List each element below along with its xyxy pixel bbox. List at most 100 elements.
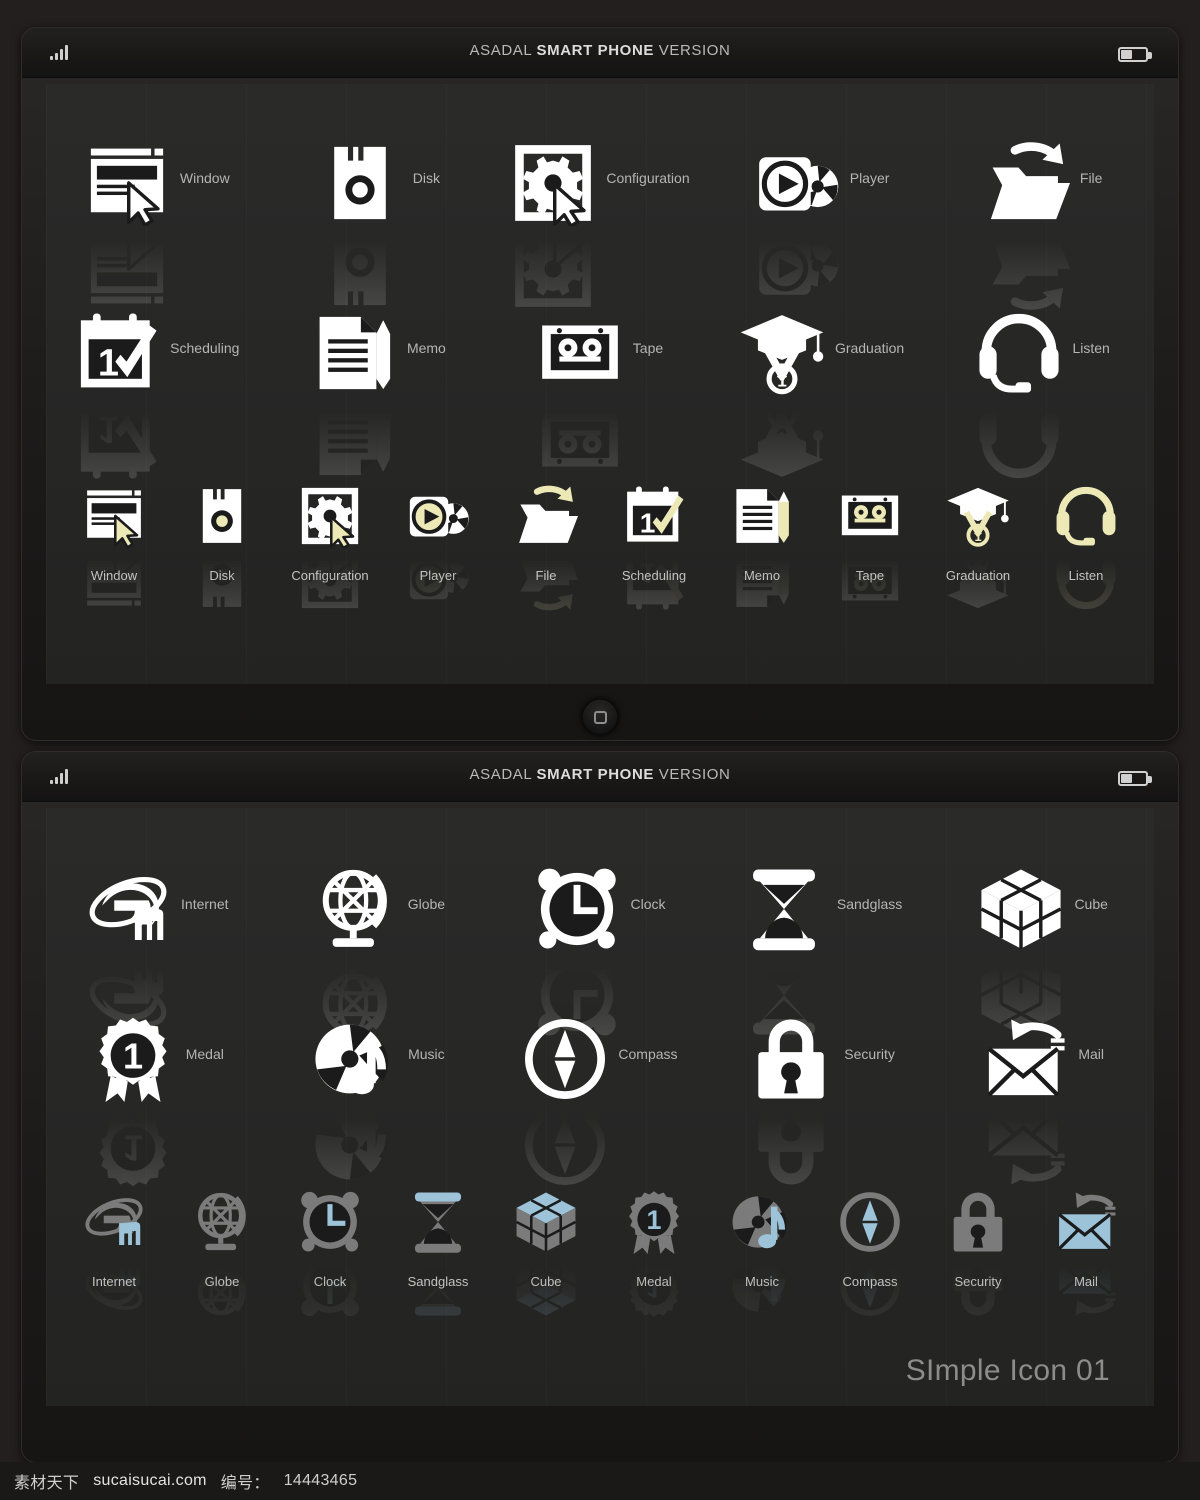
cube-icon[interactable] xyxy=(978,866,1064,1035)
icon-item-graduation[interactable]: 1 1 Graduation xyxy=(924,484,1032,609)
lock-icon[interactable] xyxy=(748,1016,834,1185)
medal-icon[interactable]: 1 1 xyxy=(90,1016,176,1187)
icon-item-memo[interactable]: Memo xyxy=(708,484,816,607)
icon-item-player[interactable]: Player xyxy=(384,484,492,600)
icon-item-internet[interactable]: Internet xyxy=(46,866,268,1028)
icon-item-listen[interactable]: Listen xyxy=(1032,484,1140,610)
phone-panel-2: ASADAL SMART PHONE VERSION Internet Glob… xyxy=(22,752,1178,1462)
file-folder-icon[interactable] xyxy=(514,484,578,611)
icon-item-window[interactable]: Window xyxy=(60,484,168,606)
cube-icon[interactable] xyxy=(514,1190,578,1316)
graduation-icon[interactable]: 1 1 xyxy=(739,310,825,477)
icon-label: Mail xyxy=(1078,1046,1104,1062)
music-disc-icon[interactable] xyxy=(312,1016,398,1180)
scheduling-calendar-icon[interactable]: 1 1 xyxy=(74,310,160,479)
icon-item-clock[interactable]: Clock xyxy=(489,866,711,1036)
window-icon[interactable] xyxy=(82,484,146,606)
icon-item-mail[interactable]: Mail xyxy=(932,1016,1154,1185)
icon-item-file[interactable]: File xyxy=(932,140,1154,310)
icon-item-compass[interactable]: Compass xyxy=(489,1016,711,1185)
icon-item-scheduling[interactable]: 1 1 Scheduling xyxy=(600,484,708,610)
battery-icon xyxy=(1118,771,1152,786)
icon-item-cube[interactable]: Cube xyxy=(492,1190,600,1316)
disk-icon[interactable] xyxy=(317,140,403,306)
icon-item-tape[interactable]: Tape xyxy=(816,484,924,601)
icon-item-medal[interactable]: 1 1 Medal xyxy=(600,1190,708,1317)
globe-icon[interactable] xyxy=(312,866,398,1035)
compass-icon[interactable] xyxy=(522,1016,608,1185)
icon-label: Disk xyxy=(412,170,440,186)
alarm-clock-icon[interactable] xyxy=(298,1190,362,1317)
icon-item-internet[interactable]: Internet xyxy=(60,1190,168,1310)
icon-row-wide: Internet Globe Clock Sandglass Cube xyxy=(46,866,1154,1036)
tape-icon[interactable] xyxy=(838,484,902,601)
lock-icon[interactable] xyxy=(946,1190,1010,1316)
sandglass-icon[interactable] xyxy=(406,1190,470,1316)
icon-label: Compass xyxy=(618,1046,678,1062)
listen-headset-icon[interactable] xyxy=(976,310,1062,479)
icon-item-file[interactable]: File xyxy=(492,484,600,611)
graduation-icon[interactable]: 1 1 xyxy=(946,484,1010,609)
icon-item-cube[interactable]: Cube xyxy=(932,866,1154,1035)
icon-item-scheduling[interactable]: 1 1 Scheduling xyxy=(46,310,268,479)
icon-item-tape[interactable]: Tape xyxy=(489,310,711,467)
svg-text:1: 1 xyxy=(123,1128,143,1169)
file-folder-icon[interactable] xyxy=(984,140,1070,310)
icon-item-security[interactable]: Security xyxy=(924,1190,1032,1316)
icon-item-medal[interactable]: 1 1 Medal xyxy=(46,1016,268,1187)
globe-icon[interactable] xyxy=(190,1190,254,1316)
tape-icon[interactable] xyxy=(537,310,623,467)
memo-icon[interactable] xyxy=(730,484,794,607)
sandglass-icon-glyph xyxy=(741,866,827,952)
icon-item-player[interactable]: Player xyxy=(711,140,933,295)
icon-item-sandglass[interactable]: Sandglass xyxy=(384,1190,492,1316)
icon-item-globe[interactable]: Globe xyxy=(168,1190,276,1316)
icon-item-disk[interactable]: Disk xyxy=(168,484,276,607)
icon-item-window[interactable]: Window xyxy=(46,140,268,304)
icon-item-disk[interactable]: Disk xyxy=(268,140,490,306)
icon-item-graduation[interactable]: 1 1 Graduation xyxy=(711,310,933,477)
memo-icon-reflection xyxy=(311,396,397,482)
icon-item-music[interactable]: Music xyxy=(708,1190,816,1312)
cube-icon-glyph xyxy=(978,866,1064,952)
configuration-icon[interactable] xyxy=(298,484,362,609)
mail-icon[interactable] xyxy=(982,1016,1068,1185)
music-disc-icon-glyph xyxy=(730,1190,794,1254)
mail-icon[interactable] xyxy=(1054,1190,1118,1316)
compass-icon[interactable] xyxy=(838,1190,902,1316)
alarm-clock-icon[interactable] xyxy=(534,866,620,1036)
svg-text:1: 1 xyxy=(974,529,981,544)
battery-icon xyxy=(1118,47,1152,62)
window-icon[interactable] xyxy=(84,140,170,304)
configuration-icon[interactable] xyxy=(510,140,596,307)
sandglass-icon[interactable] xyxy=(741,866,827,1035)
icon-item-music[interactable]: Music xyxy=(268,1016,490,1180)
icon-item-sandglass[interactable]: Sandglass xyxy=(711,866,933,1035)
compass-icon-reflection xyxy=(522,1102,608,1188)
icon-item-compass[interactable]: Compass xyxy=(816,1190,924,1316)
memo-icon[interactable] xyxy=(311,310,397,476)
player-icon[interactable] xyxy=(754,140,840,295)
player-icon[interactable] xyxy=(406,484,470,600)
icon-item-configuration[interactable]: Configuration xyxy=(276,484,384,609)
icon-item-mail[interactable]: Mail xyxy=(1032,1190,1140,1316)
icon-item-globe[interactable]: Globe xyxy=(268,866,490,1035)
icon-item-clock[interactable]: Clock xyxy=(276,1190,384,1317)
home-button-1[interactable] xyxy=(583,700,617,734)
icon-label: Internet xyxy=(91,1274,137,1289)
icon-item-security[interactable]: Security xyxy=(711,1016,933,1185)
internet-explorer-icon[interactable] xyxy=(85,866,171,1028)
medal-icon[interactable]: 1 1 xyxy=(622,1190,686,1317)
icon-label: File xyxy=(535,568,557,583)
icon-label: Globe xyxy=(204,1274,240,1289)
icon-item-configuration[interactable]: Configuration xyxy=(489,140,711,307)
compass-icon-glyph xyxy=(522,1016,608,1102)
disk-icon[interactable] xyxy=(190,484,254,607)
icon-item-memo[interactable]: Memo xyxy=(268,310,490,476)
listen-headset-icon[interactable] xyxy=(1054,484,1118,610)
icon-item-listen[interactable]: Listen xyxy=(932,310,1154,479)
music-disc-icon[interactable] xyxy=(730,1190,794,1312)
mail-icon-glyph xyxy=(1054,1190,1118,1254)
scheduling-calendar-icon[interactable]: 1 1 xyxy=(622,484,686,610)
internet-explorer-icon[interactable] xyxy=(82,1190,146,1310)
